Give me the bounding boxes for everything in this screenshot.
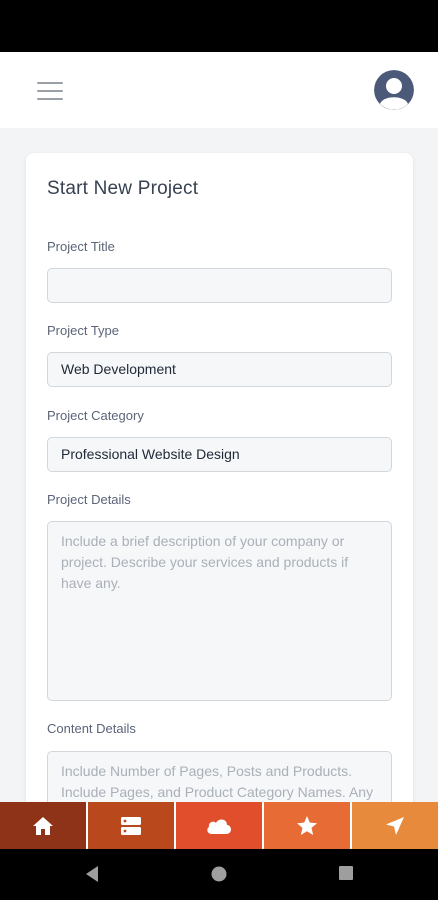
home-icon	[33, 816, 53, 835]
project-details-textarea[interactable]	[47, 521, 392, 701]
back-triangle-icon[interactable]	[84, 865, 100, 883]
system-navigation-bar	[0, 849, 438, 900]
recents-square-icon[interactable]	[338, 865, 354, 881]
navigation-arrow-icon	[386, 816, 404, 835]
star-icon	[297, 816, 317, 835]
nav-server[interactable]	[88, 802, 176, 849]
nav-location[interactable]	[352, 802, 438, 849]
nav-cloud[interactable]	[176, 802, 264, 849]
project-details-label: Project Details	[47, 492, 131, 507]
project-title-input[interactable]	[47, 268, 392, 303]
home-circle-icon[interactable]	[210, 865, 228, 883]
project-category-select[interactable]: Professional Website Design	[47, 437, 392, 472]
project-category-label: Project Category	[47, 408, 144, 423]
cloud-icon	[207, 818, 231, 834]
bottom-navigation	[0, 802, 438, 849]
form-title: Start New Project	[47, 178, 199, 199]
user-avatar-icon[interactable]	[374, 70, 414, 110]
hamburger-menu-icon[interactable]	[37, 81, 63, 101]
status-bar	[0, 0, 438, 52]
start-project-form-card: Start New Project Project Title Project …	[26, 153, 413, 853]
project-title-label: Project Title	[47, 239, 115, 254]
project-type-select[interactable]: Web Development	[47, 352, 392, 387]
nav-favorites[interactable]	[264, 802, 352, 849]
project-type-label: Project Type	[47, 323, 120, 338]
content-details-label: Content Details	[47, 721, 136, 736]
nav-home[interactable]	[0, 802, 88, 849]
server-icon	[121, 816, 141, 835]
app-header	[0, 52, 438, 128]
